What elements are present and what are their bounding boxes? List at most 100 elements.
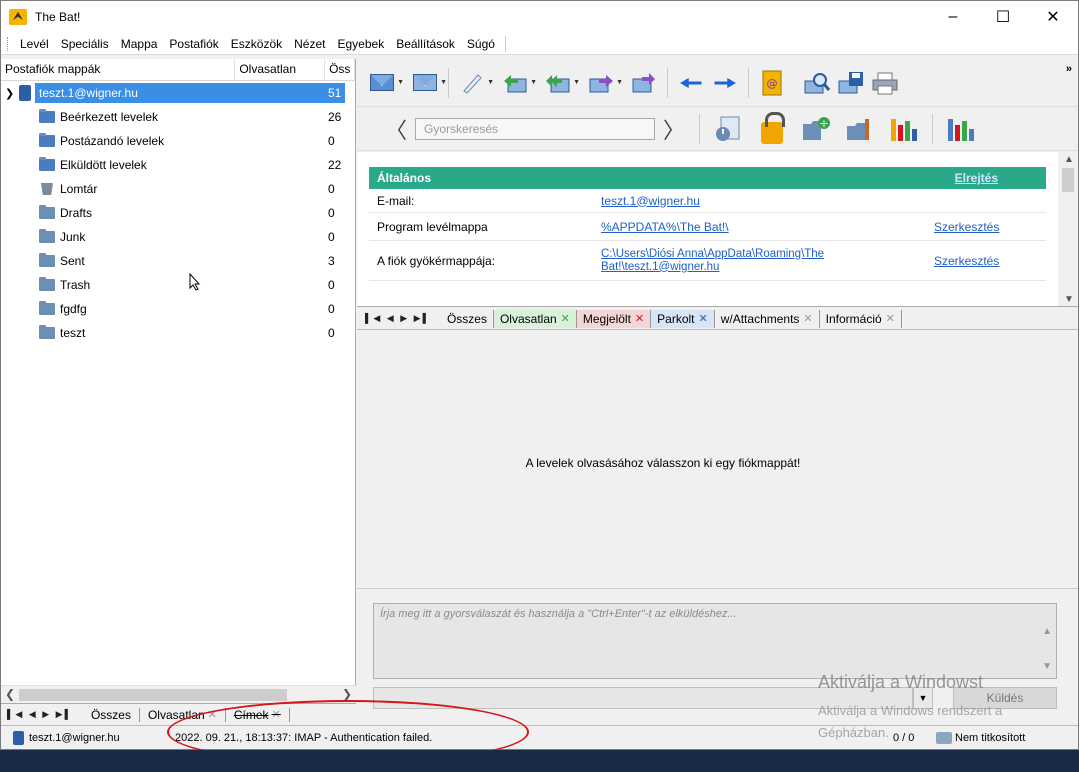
folder-row[interactable]: Drafts 0: [1, 201, 355, 225]
dropdown-arrow-icon[interactable]: ▼: [530, 79, 537, 86]
menu-mappa[interactable]: Mappa: [115, 37, 164, 51]
status-encryption[interactable]: Nem titkosított: [936, 731, 1025, 744]
scroll-up-icon[interactable]: ▲: [1064, 154, 1074, 165]
horizontal-scrollbar[interactable]: ❮ ❯: [1, 685, 356, 703]
tab-navigation-arrows-icon[interactable]: ▌◀ ◀ ▶ ▶▌: [7, 709, 73, 720]
reply-template-combo[interactable]: [373, 687, 913, 709]
menu-postafiok[interactable]: Postafiók: [163, 37, 224, 51]
col-total[interactable]: Öss: [325, 59, 355, 80]
menu-egyebek[interactable]: Egyebek: [332, 37, 391, 51]
reply-button[interactable]: ▼: [501, 70, 537, 96]
menu-nezet[interactable]: Nézet: [288, 37, 331, 51]
info-value-link[interactable]: C:\Users\Diósi Anna\AppData\Roaming\The …: [601, 248, 871, 274]
tab-olvasatlan-folders[interactable]: Olvasatlan ✕: [140, 707, 226, 722]
chevron-down-icon[interactable]: ▼: [913, 687, 933, 709]
quicksearch-input[interactable]: Gyorskeresés: [415, 117, 656, 140]
dropdown-arrow-icon[interactable]: ▼: [616, 79, 623, 86]
folder-properties-button[interactable]: [843, 113, 877, 145]
new-folder-button[interactable]: +: [799, 113, 833, 145]
scroll-down-icon[interactable]: ▼: [1042, 661, 1052, 672]
lock-button[interactable]: [755, 111, 789, 145]
status-account[interactable]: teszt.1@wigner.hu: [1, 730, 175, 745]
account-count: 51: [328, 86, 342, 100]
folder-row[interactable]: Sent 3: [1, 249, 355, 273]
close-button[interactable]: ✕: [1028, 1, 1078, 33]
search-forward-icon[interactable]: 〉: [663, 113, 685, 145]
col-unread[interactable]: Olvasatlan: [235, 59, 326, 80]
filter-tab[interactable]: Információ ✕: [819, 309, 902, 328]
folder-row[interactable]: Postázandó levelek 0: [1, 129, 355, 153]
scroll-down-icon[interactable]: ▼: [1064, 294, 1074, 305]
dropdown-arrow-icon[interactable]: ▼: [573, 79, 580, 86]
menu-beallitasok[interactable]: Beállítások: [390, 37, 461, 51]
col-folders[interactable]: Postafiók mappák: [1, 59, 236, 80]
dropdown-arrow-icon[interactable]: ▼: [487, 79, 494, 86]
send-mail-button[interactable]: ▼: [411, 70, 447, 96]
close-tab-icon[interactable]: ✕: [699, 312, 708, 325]
maximize-button[interactable]: ☐: [978, 1, 1028, 33]
folder-row[interactable]: Beérkezett levelek 26: [1, 105, 355, 129]
search-messages-button[interactable]: [803, 70, 831, 96]
info-vertical-scrollbar[interactable]: ▲ ▼: [1058, 152, 1078, 306]
folder-row[interactable]: Elküldött levelek 22: [1, 153, 355, 177]
menu-eszkozok[interactable]: Eszközök: [225, 37, 288, 51]
close-tab-icon[interactable]: ✕: [886, 312, 895, 325]
close-tab-icon[interactable]: ✕: [803, 312, 812, 325]
scheduler-button[interactable]: [711, 113, 745, 145]
scroll-up-icon[interactable]: ▲: [1042, 626, 1052, 637]
save-message-button[interactable]: [837, 70, 865, 96]
previous-message-button[interactable]: 🠔: [677, 70, 705, 96]
folder-row[interactable]: Lomtár 0: [1, 177, 355, 201]
scroll-left-icon[interactable]: ❮: [5, 687, 15, 701]
folder-row[interactable]: Trash 0: [1, 273, 355, 297]
filter-tab[interactable]: w/Attachments ✕: [714, 309, 820, 328]
address-book-button[interactable]: @: [758, 70, 786, 96]
arrow-right-icon: 🠖: [713, 67, 737, 98]
info-value-link[interactable]: teszt.1@wigner.hu: [601, 194, 921, 208]
search-back-icon[interactable]: 〈: [385, 113, 407, 145]
scroll-right-icon[interactable]: ❯: [342, 687, 352, 701]
dropdown-arrow-icon[interactable]: ▼: [397, 79, 404, 86]
filter-tab[interactable]: Parkolt ✕: [651, 309, 715, 328]
quick-reply-box[interactable]: Írja meg itt a gyorsválaszát és használj…: [373, 603, 1057, 679]
close-tab-icon[interactable]: ✕: [272, 708, 281, 721]
filters-button[interactable]: [944, 113, 978, 145]
menu-specialis[interactable]: Speciális: [55, 37, 115, 51]
info-value-link[interactable]: %APPDATA%\The Bat!\: [601, 220, 921, 234]
edit-link[interactable]: Szerkesztés: [934, 254, 999, 268]
close-tab-icon[interactable]: ✕: [208, 708, 217, 721]
dropdown-arrow-icon[interactable]: ▼: [440, 79, 447, 86]
tab-cimek[interactable]: Címek ✕: [226, 707, 290, 722]
menu-sugo[interactable]: Súgó: [461, 37, 501, 51]
scrollbar-thumb[interactable]: [1062, 168, 1074, 192]
tab-osszes-folders[interactable]: Összes: [83, 707, 140, 722]
sorting-office-button[interactable]: [887, 113, 921, 145]
get-mail-button[interactable]: ▼: [368, 70, 404, 96]
new-message-button[interactable]: ▼: [458, 70, 494, 96]
toolbar-overflow-icon[interactable]: »: [1066, 63, 1072, 75]
folder-row[interactable]: fgdfg 0: [1, 297, 355, 321]
minimize-button[interactable]: –: [928, 1, 978, 33]
close-tab-icon[interactable]: ✕: [561, 312, 570, 325]
tab-navigation-arrows-icon[interactable]: ▌◀ ◀ ▶ ▶▌: [365, 313, 431, 324]
folder-row[interactable]: teszt 0: [1, 321, 355, 345]
print-button[interactable]: [871, 70, 899, 96]
title-bar: The Bat! – ☐ ✕: [1, 1, 1078, 33]
edit-link[interactable]: Szerkesztés: [934, 220, 999, 234]
filter-tab[interactable]: Összes: [440, 309, 494, 328]
close-tab-icon[interactable]: ✕: [635, 312, 644, 325]
account-row[interactable]: ❯ teszt.1@wigner.hu 51: [1, 81, 355, 105]
menu-level[interactable]: Levél: [14, 37, 55, 51]
chevron-down-icon[interactable]: ❯: [5, 87, 17, 100]
next-message-button[interactable]: 🠖: [711, 70, 739, 96]
hide-link[interactable]: Elrejtés: [955, 171, 998, 185]
folder-row[interactable]: Junk 0: [1, 225, 355, 249]
folder-name: Junk: [60, 230, 86, 244]
filter-tab[interactable]: Olvasatlan ✕: [493, 309, 577, 328]
redirect-button[interactable]: [630, 70, 658, 96]
send-button[interactable]: Küldés: [953, 687, 1057, 709]
filter-tab[interactable]: Megjelölt ✕: [576, 309, 652, 328]
scrollbar-thumb[interactable]: [19, 689, 287, 701]
reply-all-button[interactable]: ▼: [544, 70, 580, 96]
forward-button[interactable]: ▼: [587, 70, 623, 96]
